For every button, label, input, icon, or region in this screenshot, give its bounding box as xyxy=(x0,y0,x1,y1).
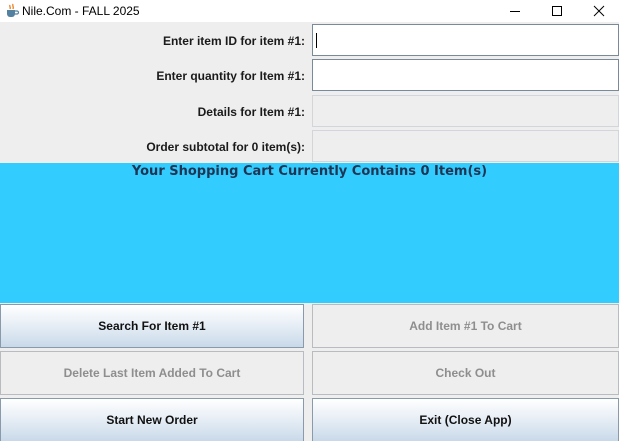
close-icon xyxy=(593,5,605,17)
maximize-icon xyxy=(552,6,562,16)
item-id-input[interactable] xyxy=(312,24,619,56)
subtotal-field xyxy=(312,130,619,162)
cart-heading: Your Shopping Cart Currently Contains 0 … xyxy=(131,164,488,179)
subtotal-label: Order subtotal for 0 item(s): xyxy=(146,140,305,154)
text-caret xyxy=(316,33,317,48)
details-field xyxy=(312,95,619,127)
title-bar[interactable]: Nile.Com - FALL 2025 xyxy=(0,0,619,22)
window-title: Nile.Com - FALL 2025 xyxy=(22,4,140,18)
minimize-button[interactable] xyxy=(494,0,536,22)
item-id-label: Enter item ID for item #1: xyxy=(162,34,305,48)
shopping-cart-panel: Your Shopping Cart Currently Contains 0 … xyxy=(0,163,619,303)
quantity-input[interactable] xyxy=(312,59,619,91)
delete-last-item-button[interactable]: Delete Last Item Added To Cart xyxy=(0,351,304,395)
search-item-button[interactable]: Search For Item #1 xyxy=(0,304,304,348)
quantity-label: Enter quantity for Item #1: xyxy=(156,69,305,83)
details-label: Details for Item #1: xyxy=(197,105,305,119)
main-content: Enter item ID for item #1: Enter quantit… xyxy=(0,22,619,441)
java-cup-icon xyxy=(4,3,20,19)
add-to-cart-button[interactable]: Add Item #1 To Cart xyxy=(312,304,619,348)
minimize-icon xyxy=(510,11,520,12)
maximize-button[interactable] xyxy=(536,0,578,22)
exit-button[interactable]: Exit (Close App) xyxy=(312,398,619,441)
close-button[interactable] xyxy=(578,0,619,22)
checkout-button[interactable]: Check Out xyxy=(312,351,619,395)
start-new-order-button[interactable]: Start New Order xyxy=(0,398,304,441)
